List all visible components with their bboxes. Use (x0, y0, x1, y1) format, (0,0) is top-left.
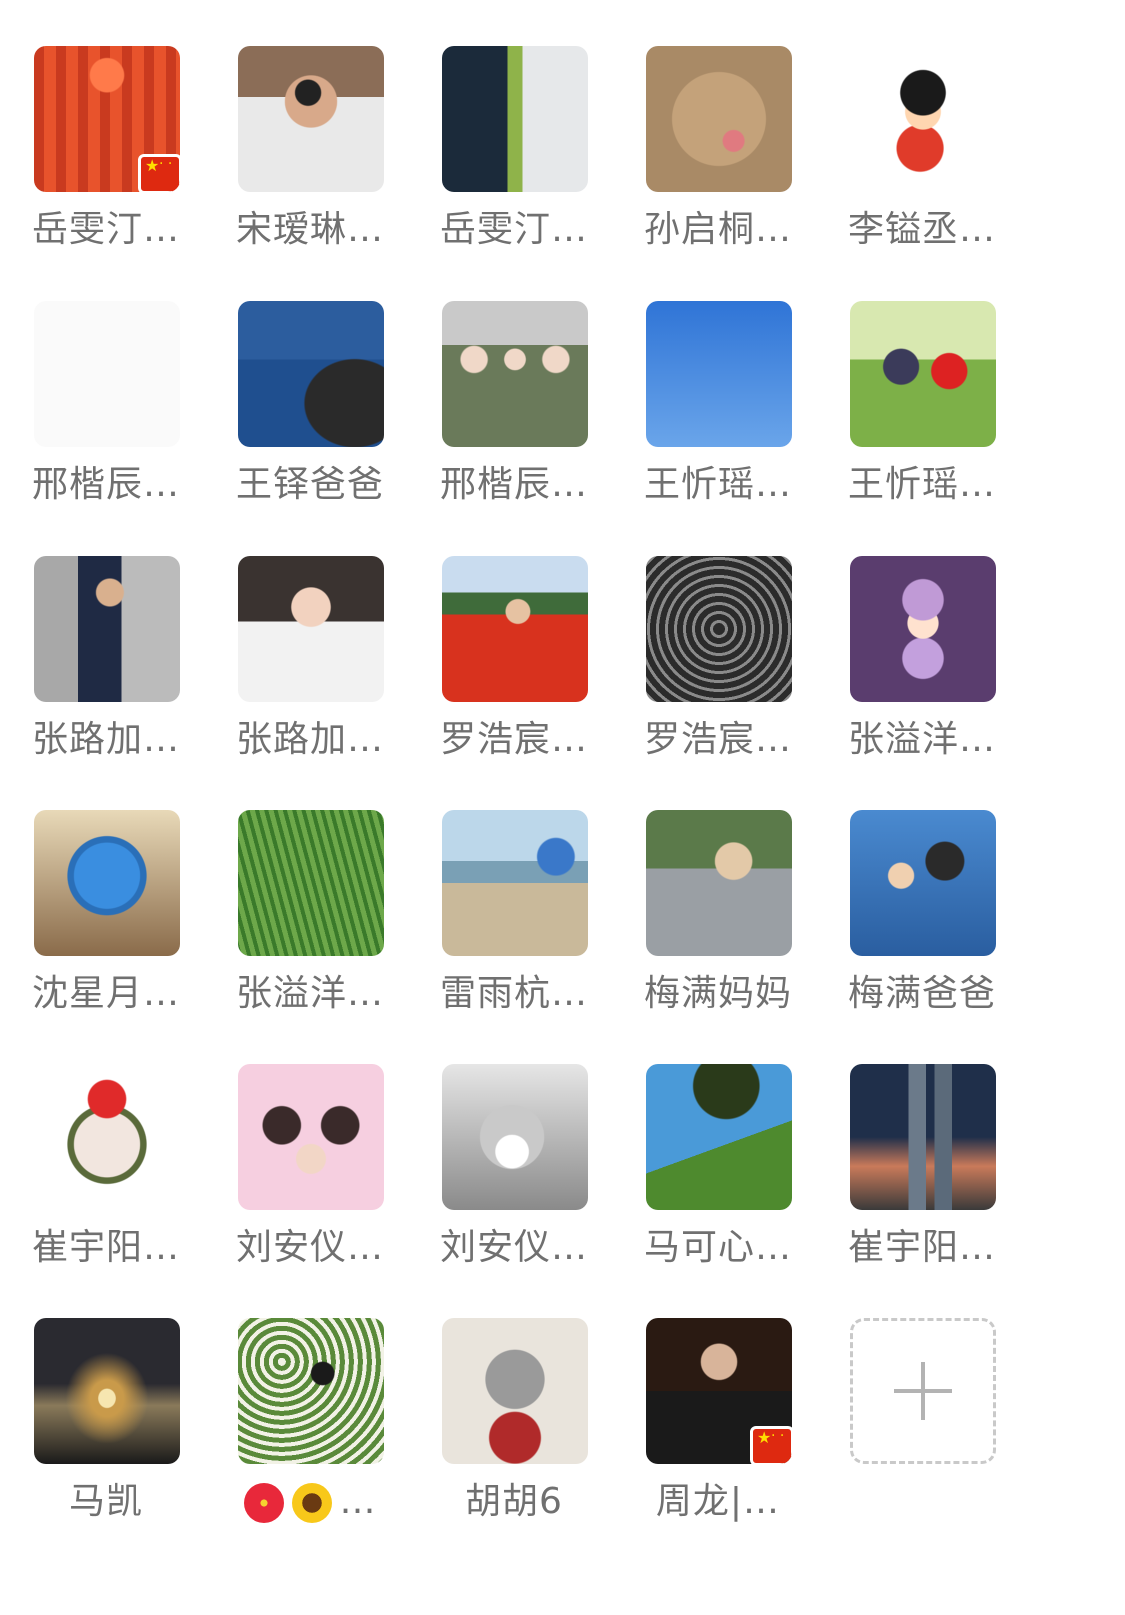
add-member-button[interactable] (850, 1318, 996, 1464)
member-name: 邢楷辰… (439, 464, 588, 505)
member-avatar[interactable] (442, 810, 588, 956)
member-name: 王忻瑶… (643, 464, 792, 505)
member-cell[interactable]: 刘安仪… (208, 1064, 412, 1318)
member-name: 胡胡6 (465, 1481, 563, 1522)
member-cell[interactable]: 马凯 (4, 1318, 208, 1572)
member-cell[interactable]: 沈星月… (4, 810, 208, 1064)
member-avatar[interactable] (238, 556, 384, 702)
member-avatar[interactable] (850, 1064, 996, 1210)
add-member-cell (820, 1318, 1024, 1572)
member-cell[interactable]: 周龙|… (616, 1318, 820, 1572)
hibiscus-icon (243, 1483, 284, 1523)
member-cell[interactable]: 马可心… (616, 1064, 820, 1318)
member-avatar[interactable] (646, 1064, 792, 1210)
member-name: 刘安仪… (235, 1227, 384, 1268)
member-avatar[interactable] (442, 1064, 588, 1210)
member-name: 罗浩宸… (439, 719, 588, 760)
china-flag-icon (750, 1426, 792, 1464)
member-name: 张路加… (31, 719, 180, 760)
member-grid: 岳雯汀… 宋瑷琳… 岳雯汀… 孙启桐… 李镒丞… 邢楷辰… 王铎爸爸 邢楷辰… 王忻瑶… 王忻瑶…… (0, 0, 1125, 1615)
member-avatar[interactable] (442, 46, 588, 192)
sunflower-icon (291, 1483, 332, 1523)
member-cell[interactable]: … (208, 1318, 412, 1572)
member-cell[interactable]: 崔宇阳… (4, 1064, 208, 1318)
member-name: 崔宇阳… (31, 1227, 180, 1268)
member-cell[interactable]: 雷雨杭… (412, 810, 616, 1064)
member-name: 梅满爸爸 (847, 973, 996, 1014)
member-avatar[interactable] (850, 301, 996, 447)
member-cell[interactable]: 罗浩宸… (616, 556, 820, 810)
member-name: 王铎爸爸 (235, 464, 384, 505)
member-name: 岳雯汀… (439, 209, 588, 250)
member-cell[interactable]: 岳雯汀… (412, 46, 616, 300)
member-name: 沈星月… (31, 973, 180, 1014)
member-name: 雷雨杭… (439, 973, 588, 1014)
member-avatar[interactable] (34, 1318, 180, 1464)
member-avatar[interactable] (850, 556, 996, 702)
member-avatar[interactable] (34, 556, 180, 702)
member-avatar[interactable] (850, 46, 996, 192)
member-name: 宋瑷琳… (235, 209, 384, 250)
member-cell[interactable]: 王忻瑶… (820, 301, 1024, 555)
member-avatar[interactable] (238, 46, 384, 192)
member-cell[interactable]: 胡胡6 (412, 1318, 616, 1572)
member-avatar[interactable] (238, 1064, 384, 1210)
china-flag-icon (138, 154, 180, 192)
member-avatar[interactable] (646, 556, 792, 702)
member-avatar[interactable] (238, 1318, 384, 1464)
member-name-text: … (339, 1481, 377, 1522)
member-avatar[interactable] (646, 301, 792, 447)
member-cell[interactable]: 崔宇阳… (820, 1064, 1024, 1318)
member-cell[interactable]: 邢楷辰… (412, 301, 616, 555)
member-cell[interactable]: 王忻瑶… (616, 301, 820, 555)
member-name: 崔宇阳… (847, 1227, 996, 1268)
member-avatar[interactable] (442, 1318, 588, 1464)
member-avatar[interactable] (34, 1064, 180, 1210)
member-avatar[interactable] (34, 46, 180, 192)
member-name: 张路加… (235, 719, 384, 760)
member-cell[interactable]: 张路加… (4, 556, 208, 810)
member-name: 罗浩宸… (643, 719, 792, 760)
plus-icon (894, 1362, 952, 1420)
member-avatar[interactable] (442, 556, 588, 702)
member-cell[interactable]: 梅满妈妈 (616, 810, 820, 1064)
member-name: 刘安仪… (439, 1227, 588, 1268)
member-cell[interactable]: 张溢洋… (208, 810, 412, 1064)
member-cell[interactable]: 张路加… (208, 556, 412, 810)
member-name: 张溢洋… (235, 973, 384, 1014)
member-cell[interactable]: 李镒丞… (820, 46, 1024, 300)
member-avatar[interactable] (442, 301, 588, 447)
member-name: 马凯 (68, 1481, 143, 1522)
member-name: 张溢洋… (847, 719, 996, 760)
member-cell[interactable]: 宋瑷琳… (208, 46, 412, 300)
member-avatar[interactable] (34, 301, 180, 447)
member-cell[interactable]: 罗浩宸… (412, 556, 616, 810)
member-name: 王忻瑶… (847, 464, 996, 505)
member-cell[interactable]: 张溢洋… (820, 556, 1024, 810)
member-avatar[interactable] (850, 810, 996, 956)
member-avatar[interactable] (646, 810, 792, 956)
member-cell[interactable]: 王铎爸爸 (208, 301, 412, 555)
member-cell[interactable]: 岳雯汀… (4, 46, 208, 300)
member-name: 李镒丞… (847, 209, 996, 250)
member-avatar[interactable] (646, 1318, 792, 1464)
member-avatar[interactable] (34, 810, 180, 956)
member-name: … (208, 1480, 412, 1524)
member-avatar[interactable] (238, 810, 384, 956)
member-name: 邢楷辰… (31, 464, 180, 505)
member-avatar[interactable] (646, 46, 792, 192)
member-avatar[interactable] (238, 301, 384, 447)
member-name: 周龙|… (655, 1481, 781, 1522)
member-cell[interactable]: 邢楷辰… (4, 301, 208, 555)
member-name: 孙启桐… (643, 209, 792, 250)
member-name: 马可心… (643, 1227, 792, 1268)
member-cell[interactable]: 刘安仪… (412, 1064, 616, 1318)
member-name: 岳雯汀… (31, 209, 180, 250)
member-cell[interactable]: 孙启桐… (616, 46, 820, 300)
member-cell[interactable]: 梅满爸爸 (820, 810, 1024, 1064)
member-name: 梅满妈妈 (643, 973, 792, 1014)
